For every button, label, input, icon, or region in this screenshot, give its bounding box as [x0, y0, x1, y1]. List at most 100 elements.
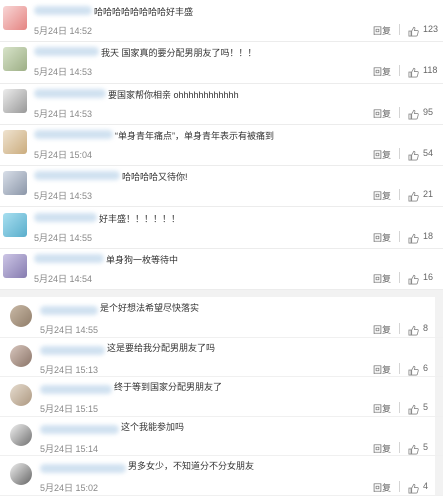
- comment-date: 5月24日 14:52: [34, 26, 93, 36]
- like-thumb-icon[interactable]: [408, 189, 419, 202]
- reply-button[interactable]: 回复: [373, 402, 391, 415]
- avatar[interactable]: [3, 129, 27, 154]
- section-divider: [0, 290, 443, 297]
- username-blurred[interactable]: [40, 424, 119, 434]
- comment-row: 我天 国家真的要分配男朋友了吗！！！ 5月24日 14:53 回复 118: [0, 41, 443, 84]
- comment-text: 这个我能参加吗: [121, 421, 185, 432]
- action-divider: [399, 402, 400, 413]
- like-thumb-icon[interactable]: [408, 24, 419, 37]
- username-blurred[interactable]: [34, 253, 104, 263]
- action-divider: [399, 147, 400, 159]
- avatar[interactable]: [3, 253, 27, 278]
- reply-button[interactable]: 回复: [373, 363, 391, 376]
- comment-row: 这是要给我分配男朋友了吗 5月24日 15:13 回复 6: [0, 337, 443, 377]
- comment-text: 男多女少，不知道分不分女朋友: [128, 461, 255, 471]
- like-thumb-icon[interactable]: [408, 65, 419, 78]
- like-thumb-icon[interactable]: [408, 272, 419, 285]
- like-thumb-icon[interactable]: [408, 363, 419, 375]
- username-blurred[interactable]: [34, 129, 113, 139]
- comment-row: 哈哈哈哈哈哈哈哈好丰盛 5月24日 14:52 回复 123: [0, 0, 443, 43]
- username-blurred[interactable]: [40, 345, 105, 355]
- username-blurred[interactable]: [40, 306, 98, 315]
- like-thumb-icon[interactable]: [408, 323, 419, 336]
- username-blurred[interactable]: [40, 385, 112, 394]
- action-divider: [399, 65, 400, 77]
- like-count: 5: [423, 402, 429, 412]
- comment-text: 这是要给我分配男朋友了吗: [107, 342, 216, 353]
- comment-text: 哈哈哈哈又待你!: [122, 172, 188, 183]
- comment-text: 我天 国家真的要分配男朋友了吗！！！: [101, 48, 257, 59]
- like-count: 5: [423, 441, 429, 452]
- reply-button[interactable]: 回复: [373, 323, 391, 336]
- avatar[interactable]: [10, 344, 32, 367]
- action-divider: [399, 106, 400, 118]
- comment-section-top: 哈哈哈哈哈哈哈哈好丰盛 5月24日 14:52 回复 123 我天 国家真的要分配男朋友…: [0, 0, 443, 291]
- like-thumb-icon[interactable]: [408, 442, 419, 454]
- comment-row: 终于等到国家分配男朋友了 5月24日 15:15 回复 5: [0, 376, 443, 417]
- action-divider: [399, 24, 400, 35]
- reply-button[interactable]: 回复: [373, 24, 391, 37]
- avatar[interactable]: [3, 47, 27, 72]
- avatar[interactable]: [3, 6, 27, 30]
- comment-row: “单身青年痛点”，单身青年表示有被痛到 5月24日 15:04 回复 54: [0, 124, 443, 167]
- like-count: 54: [423, 147, 434, 158]
- avatar[interactable]: [10, 463, 32, 485]
- like-thumb-icon[interactable]: [408, 107, 419, 120]
- avatar[interactable]: [10, 384, 32, 406]
- comment-row: 这个我能参加吗 5月24日 15:14 回复 5: [0, 416, 443, 456]
- like-thumb-icon[interactable]: [408, 231, 419, 243]
- reply-button[interactable]: 回复: [373, 231, 391, 244]
- avatar[interactable]: [3, 212, 27, 237]
- reply-button[interactable]: 回复: [373, 442, 391, 455]
- like-thumb-icon[interactable]: [408, 481, 419, 494]
- reply-button[interactable]: 回复: [373, 148, 391, 161]
- like-thumb-icon[interactable]: [408, 148, 419, 161]
- comment-date: 5月24日 15:13: [40, 364, 99, 375]
- like-count: 21: [423, 189, 434, 200]
- avatar[interactable]: [10, 305, 32, 327]
- like-count: 118: [423, 65, 438, 76]
- username-blurred[interactable]: [34, 171, 120, 181]
- comment-row: 好丰盛！！！！！！ 5月24日 14:55 回复 18: [0, 207, 443, 249]
- avatar[interactable]: [3, 88, 27, 113]
- reply-button[interactable]: 回复: [373, 65, 391, 78]
- comment-date: 5月24日 14:53: [34, 108, 93, 119]
- comment-text: 哈哈哈哈哈哈哈哈好丰盛: [94, 7, 194, 17]
- like-count: 8: [423, 323, 429, 333]
- reply-button[interactable]: 回复: [373, 189, 391, 202]
- action-divider: [399, 323, 400, 334]
- reply-button[interactable]: 回复: [373, 481, 391, 494]
- reply-button[interactable]: 回复: [373, 272, 391, 285]
- comment-row: 哈哈哈哈又待你! 5月24日 14:53 回复 21: [0, 165, 443, 208]
- like-count: 95: [423, 106, 434, 117]
- comment-date: 5月24日 15:04: [34, 149, 93, 160]
- avatar[interactable]: [3, 171, 27, 196]
- like-count: 18: [423, 230, 434, 241]
- action-divider: [399, 271, 400, 283]
- username-blurred[interactable]: [34, 47, 99, 57]
- like-count: 6: [423, 362, 429, 373]
- action-divider: [399, 230, 400, 242]
- comment-date: 5月24日 14:53: [34, 67, 93, 78]
- action-divider: [399, 362, 400, 374]
- avatar[interactable]: [10, 423, 32, 446]
- action-divider: [399, 441, 400, 453]
- comment-text: 是个好想法希望尽快落实: [100, 303, 200, 313]
- action-divider: [399, 189, 400, 201]
- comment-text: 好丰盛！！！！！！: [99, 213, 181, 224]
- username-blurred[interactable]: [34, 6, 92, 15]
- comment-section-bottom: 是个好想法希望尽快落实 5月24日 14:55 回复 8 这是要给我分配男朋友了吗 5月2…: [0, 297, 443, 496]
- username-blurred[interactable]: [40, 464, 126, 473]
- comment-date: 5月24日 15:15: [40, 404, 99, 414]
- comment-date: 5月24日 14:53: [34, 191, 93, 202]
- comment-row: 单身狗一枚等待中 5月24日 14:54 回复 16: [0, 248, 443, 291]
- reply-button[interactable]: 回复: [373, 107, 391, 120]
- like-thumb-icon[interactable]: [408, 402, 419, 415]
- username-blurred[interactable]: [34, 88, 106, 98]
- comment-date: 5月24日 14:55: [34, 232, 93, 243]
- comment-row: 男多女少，不知道分不分女朋友 5月24日 15:02 回复 4: [0, 455, 443, 496]
- comment-date: 5月24日 15:14: [40, 443, 99, 454]
- comment-row: 是个好想法希望尽快落实 5月24日 14:55 回复 8: [0, 297, 443, 338]
- comment-text: 要国家帮你相亲 ohhhhhhhhhhhh: [108, 89, 239, 100]
- username-blurred[interactable]: [34, 212, 97, 222]
